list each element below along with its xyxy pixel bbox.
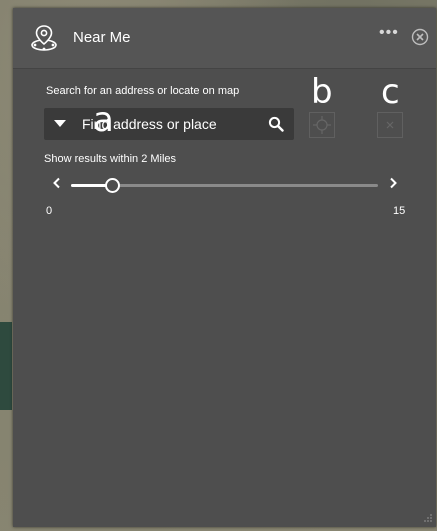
distance-slider[interactable]: [71, 178, 378, 193]
clear-button[interactable]: [377, 112, 403, 138]
chevron-left-icon[interactable]: [51, 176, 63, 190]
distance-label: Show results within 2 Miles: [44, 153, 177, 165]
resize-handle-icon[interactable]: [423, 513, 433, 523]
annotation-a: a: [93, 100, 114, 140]
chevron-right-icon[interactable]: [387, 176, 399, 190]
clear-icon: [386, 121, 394, 129]
search-icon[interactable]: [268, 116, 284, 132]
locate-crosshair-icon: [313, 116, 331, 134]
search-input[interactable]: Find address or place: [44, 108, 294, 140]
panel-header: Near Me •••: [13, 8, 436, 69]
annotation-b: b: [311, 72, 333, 112]
map-feature: [0, 322, 12, 410]
slider-thumb[interactable]: [104, 178, 120, 193]
close-icon[interactable]: [411, 28, 429, 46]
location-pin-icon: [31, 25, 57, 51]
caret-down-icon[interactable]: [54, 120, 66, 127]
locate-button[interactable]: [309, 112, 335, 138]
slider-min-label: 0: [46, 205, 53, 217]
panel-title: Near Me: [73, 29, 131, 46]
annotation-c: c: [381, 72, 400, 112]
near-me-panel: Near Me ••• Search for an address or loc…: [13, 8, 436, 527]
slider-max-label: 15: [393, 205, 406, 217]
more-options-button[interactable]: •••: [379, 24, 399, 42]
search-instructions: Search for an address or locate on map: [46, 85, 240, 97]
